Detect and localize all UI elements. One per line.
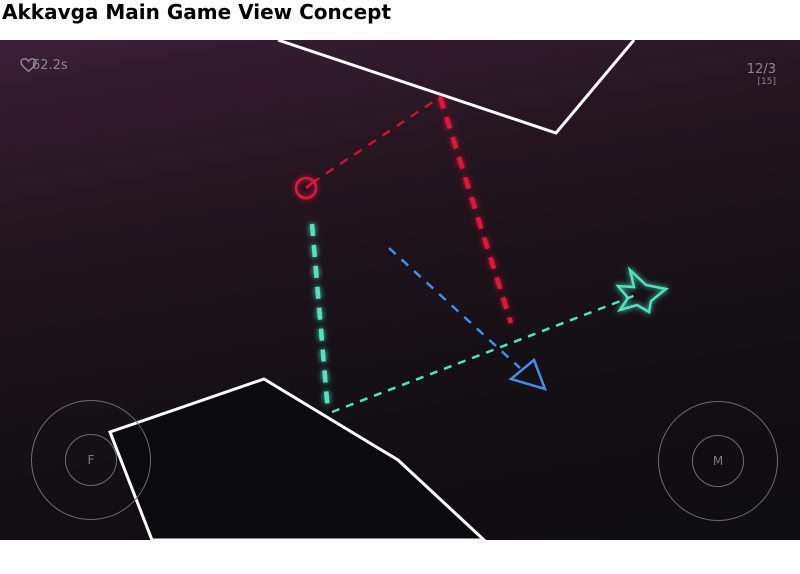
right-joystick[interactable]: M [658, 401, 778, 521]
page-title: Akkavga Main Game View Concept [2, 0, 392, 24]
right-joystick-knob[interactable]: M [692, 435, 744, 487]
left-joystick-label: F [87, 453, 95, 467]
score-display: 12/3 [15] [747, 62, 776, 87]
cyan-beam [309, 223, 331, 413]
lives-display: 62.2s [20, 58, 68, 73]
score-sub-value: [15] [757, 77, 776, 87]
score-value: 12/3 [746, 62, 776, 77]
red-beam [437, 96, 514, 324]
wall-bottom [108, 377, 487, 540]
blue-aim-line [388, 247, 521, 369]
left-joystick[interactable]: F [31, 400, 151, 520]
cyan-aim-line [331, 293, 637, 414]
red-aim-line [311, 95, 441, 185]
game-view[interactable]: 62.2s 12/3 [15] F M [0, 40, 800, 540]
circle-target-icon[interactable] [294, 176, 318, 200]
timer: 62.2s [32, 58, 68, 73]
star-icon[interactable] [615, 266, 669, 314]
wall-top [277, 40, 636, 135]
heart-icon [20, 58, 37, 73]
left-joystick-knob[interactable]: F [65, 434, 117, 486]
right-joystick-label: M [712, 454, 724, 468]
